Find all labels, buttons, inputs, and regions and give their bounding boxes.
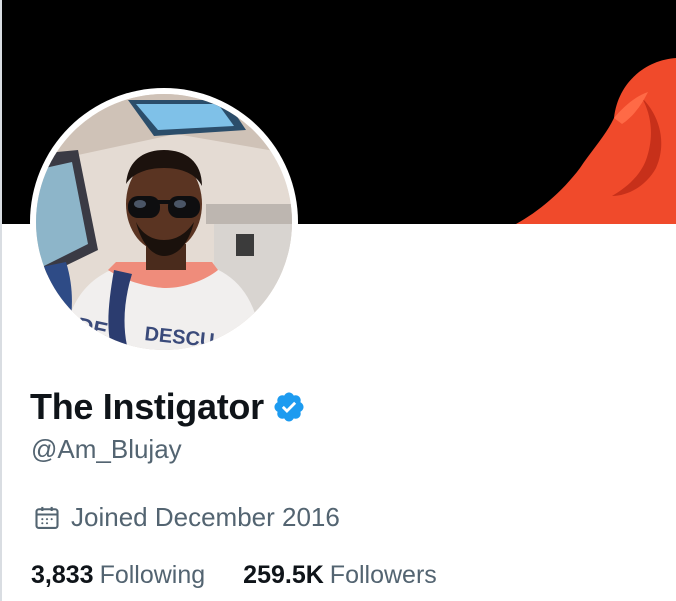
- profile-name-row: The Instigator: [30, 384, 306, 430]
- avatar-photo: DE DESCU: [36, 94, 292, 350]
- display-name: The Instigator: [30, 386, 264, 427]
- verified-badge-icon[interactable]: [272, 390, 306, 424]
- following-link[interactable]: 3,833 Following: [31, 561, 205, 590]
- followers-link[interactable]: 259.5K Followers: [243, 561, 437, 590]
- profile-handle: @Am_Blujay: [31, 434, 182, 464]
- followers-count: 259.5K: [243, 561, 324, 589]
- banner-image: [516, 58, 676, 224]
- following-count: 3,833: [31, 561, 94, 589]
- following-label: Following: [99, 561, 206, 589]
- avatar[interactable]: DE DESCU: [36, 94, 292, 350]
- profile-stats: 3,833 Following 259.5K Followers: [31, 561, 437, 590]
- joined-text: Joined December 2016: [71, 502, 340, 532]
- followers-label: Followers: [329, 561, 437, 589]
- calendar-icon: [33, 504, 61, 532]
- joined-date: Joined December 2016: [33, 502, 340, 533]
